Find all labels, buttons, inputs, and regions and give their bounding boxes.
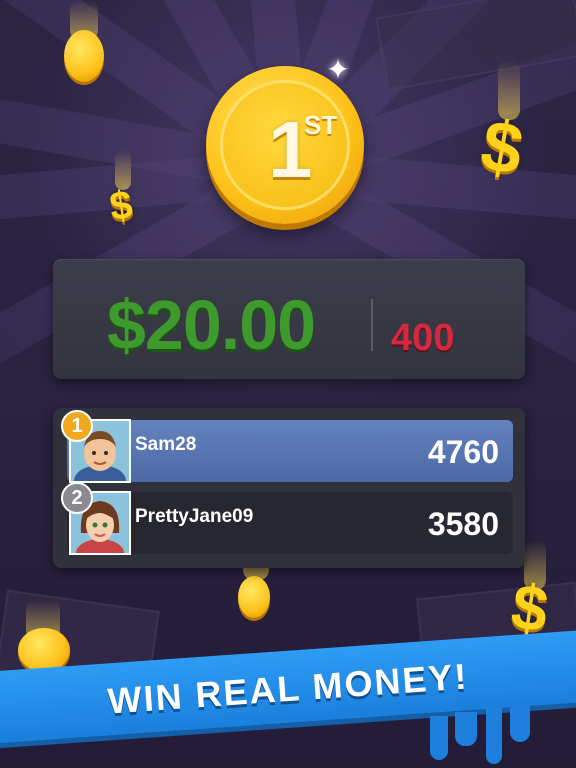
- sparkle-icon: ✦: [326, 54, 350, 85]
- drip-decoration: [430, 716, 448, 760]
- player-name: Sam28: [135, 434, 197, 455]
- prize-panel: $20.00 400: [53, 259, 525, 379]
- player-score: 3580: [427, 506, 499, 542]
- leaderboard-row[interactable]: 2 PrettyJane09 3580: [61, 482, 513, 555]
- leaderboard-row[interactable]: 1 Sam28 4760: [61, 410, 513, 483]
- drip-decoration: [455, 712, 477, 746]
- coin-face: 1 ST: [220, 80, 350, 210]
- rank-badge: 2: [61, 482, 93, 514]
- player-name: PrettyJane09: [135, 506, 254, 527]
- prize-points: 400: [391, 317, 455, 359]
- falling-coin-icon: [238, 576, 270, 618]
- drip-decoration: [510, 704, 530, 742]
- leaderboard: 1 Sam28 4760 2 PrettyJane09 3580: [53, 408, 525, 568]
- prize-amount: $20.00: [107, 286, 316, 364]
- rank-badge: 1: [61, 410, 93, 442]
- player-score: 4760: [427, 434, 499, 470]
- drip-decoration: [486, 708, 502, 764]
- prize-divider: [371, 299, 373, 351]
- first-place-coin-icon: 1 ST: [206, 66, 364, 224]
- rank-suffix: ST: [304, 110, 338, 140]
- falling-coin-icon: [64, 30, 104, 82]
- falling-coin-icon: [18, 628, 70, 672]
